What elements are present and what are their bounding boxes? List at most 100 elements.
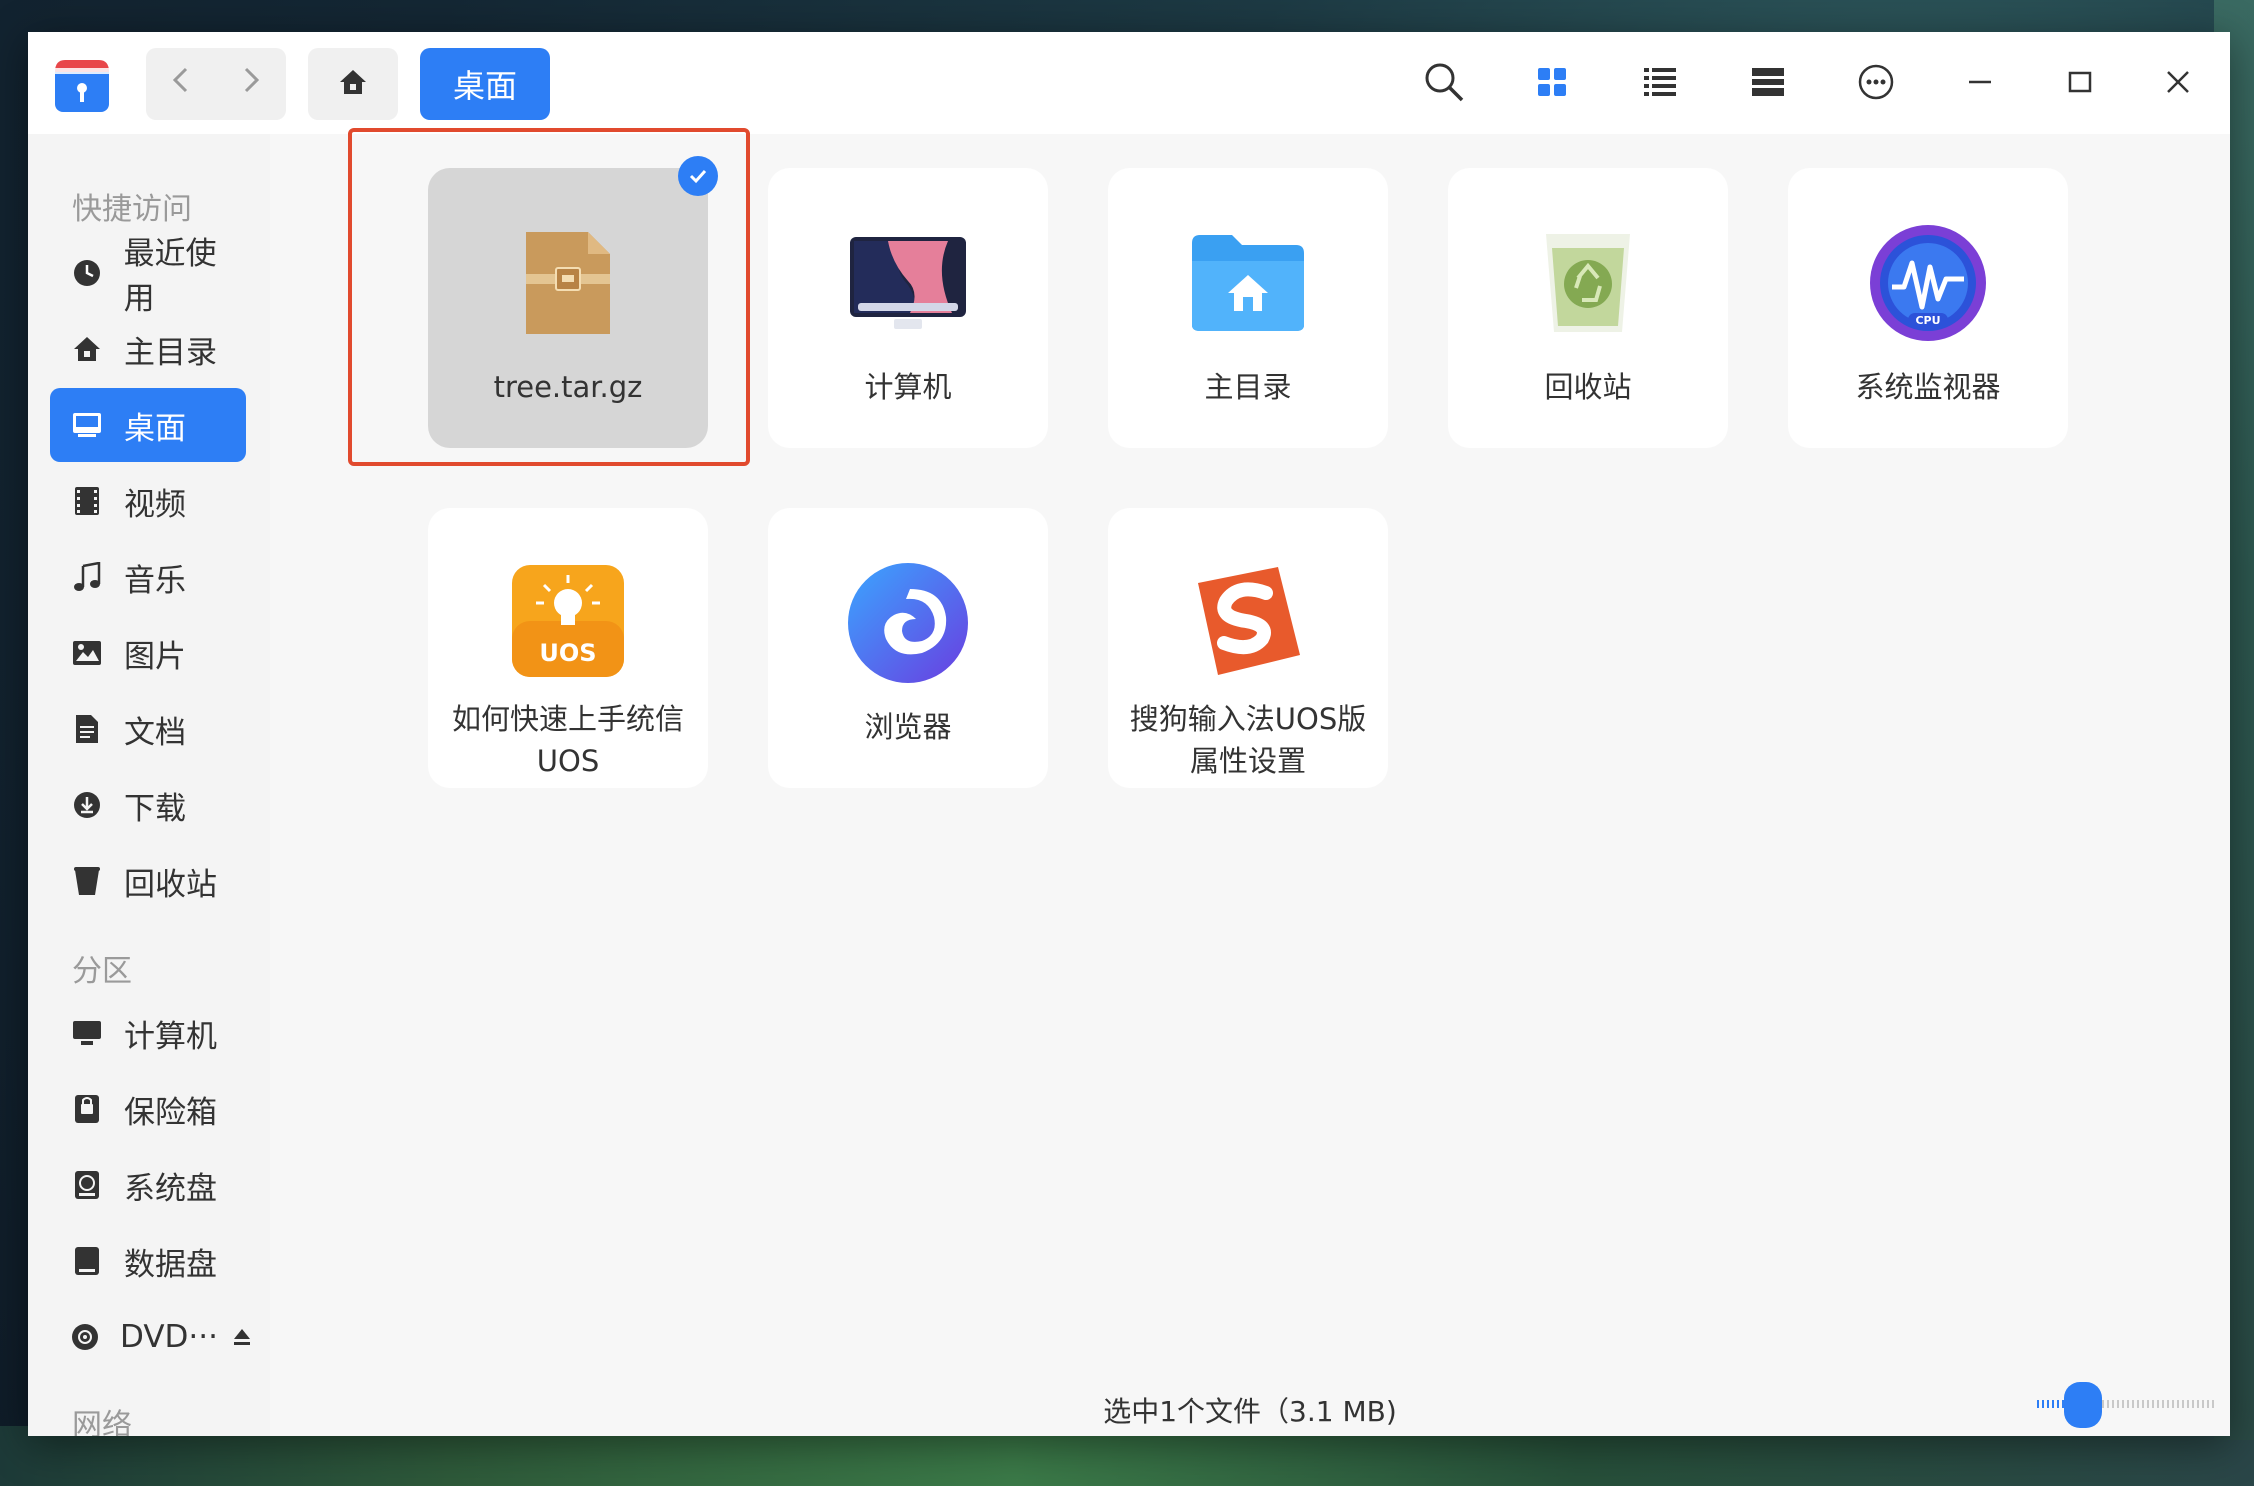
chevron-right-icon	[239, 64, 263, 104]
sidebar-item-label: 回收站	[124, 866, 217, 903]
tree-view-icon	[1752, 67, 1784, 101]
file-item[interactable]: 搜狗输入法UOS版属性设置	[1108, 508, 1388, 788]
file-view: tree.tar.gz 计算机 主目录 回收站 CPU 系统监视器 UOS 如何…	[270, 128, 2230, 1436]
sidebar-item-system-disk[interactable]: 系统盘	[50, 1148, 246, 1222]
svg-text:UOS: UOS	[539, 639, 596, 667]
sidebar-item-label: 图片	[124, 638, 186, 675]
recycle-bin-icon	[1523, 218, 1653, 348]
home-icon	[338, 67, 368, 101]
minimize-icon	[1967, 69, 1993, 99]
sidebar-header-network: 网络	[72, 1408, 132, 1436]
navigation-group	[146, 48, 286, 120]
data-disk-icon	[70, 1244, 104, 1278]
download-icon	[70, 788, 104, 822]
sidebar-item-label: 保险箱	[124, 1094, 217, 1131]
computer-app-icon	[843, 218, 973, 348]
system-monitor-icon: CPU	[1863, 218, 1993, 348]
file-name: tree.tar.gz	[493, 370, 643, 404]
sidebar-item-label: 文档	[124, 714, 186, 751]
sidebar-item-label: DVD···	[120, 1319, 218, 1355]
search-icon	[1423, 61, 1465, 107]
sidebar-item-downloads[interactable]: 下载	[50, 768, 246, 842]
file-item[interactable]: 浏览器	[768, 508, 1048, 788]
browser-icon	[843, 558, 973, 688]
maximize-icon	[2067, 69, 2093, 99]
zoom-slider-handle[interactable]	[2064, 1382, 2102, 1428]
list-view-button[interactable]	[1638, 62, 1682, 106]
sidebar-item-desktop[interactable]: 桌面	[50, 388, 246, 462]
sidebar-item-recent[interactable]: 最近使用	[50, 236, 246, 317]
dvd-icon	[70, 1320, 100, 1354]
sidebar-item-label: 计算机	[124, 1018, 217, 1055]
sidebar-item-music[interactable]: 音乐	[50, 540, 246, 614]
sidebar-item-home[interactable]: 主目录	[50, 312, 246, 386]
sidebar-item-documents[interactable]: 文档	[50, 692, 246, 766]
sidebar-item-label: 最近使用	[123, 236, 217, 317]
close-icon	[2165, 69, 2191, 99]
close-button[interactable]	[2156, 62, 2200, 106]
vault-icon	[70, 1092, 104, 1126]
file-item[interactable]: 计算机	[768, 168, 1048, 448]
uos-guide-icon: UOS	[503, 556, 633, 686]
maximize-button[interactable]	[2058, 62, 2102, 106]
grid-view-icon	[1536, 66, 1568, 102]
breadcrumb-current[interactable]: 桌面	[420, 48, 550, 120]
status-bar-text: 选中1个文件（3.1 MB)	[1103, 1395, 1397, 1428]
sidebar-item-label: 系统盘	[124, 1170, 217, 1207]
file-item[interactable]: 回收站	[1448, 168, 1728, 448]
chevron-left-icon	[169, 64, 193, 104]
checkmark-icon	[678, 156, 718, 196]
sidebar-item-data-disk[interactable]: 数据盘	[50, 1224, 246, 1298]
system-disk-icon	[70, 1168, 104, 1202]
desktop-icon	[70, 408, 104, 442]
svg-text:CPU: CPU	[1915, 314, 1940, 327]
forward-button[interactable]	[216, 48, 286, 120]
file-name: 计算机	[864, 370, 952, 404]
archive-icon	[503, 218, 633, 348]
file-name: 回收站	[1544, 370, 1632, 404]
file-item[interactable]: UOS 如何快速上手统信UOS	[428, 508, 708, 788]
sidebar-item-computer[interactable]: 计算机	[50, 996, 246, 1070]
file-item[interactable]: 主目录	[1108, 168, 1388, 448]
icon-view-button[interactable]	[1530, 62, 1574, 106]
file-name: 浏览器	[864, 710, 952, 744]
document-icon	[70, 712, 104, 746]
sidebar-item-vault[interactable]: 保险箱	[50, 1072, 246, 1146]
main-menu-button[interactable]	[1854, 62, 1898, 106]
sidebar-item-videos[interactable]: 视频	[50, 464, 246, 538]
sidebar-item-label: 桌面	[124, 410, 186, 447]
tree-view-button[interactable]	[1746, 62, 1790, 106]
search-button[interactable]	[1422, 62, 1466, 106]
back-button[interactable]	[146, 48, 216, 120]
sidebar-item-dvd[interactable]: DVD···	[50, 1300, 250, 1374]
clock-icon	[70, 256, 104, 290]
sidebar-header-quick-access: 快捷访问	[72, 192, 192, 227]
home-icon	[70, 332, 104, 366]
sidebar-header-partitions: 分区	[72, 954, 132, 989]
sidebar-item-pictures[interactable]: 图片	[50, 616, 246, 690]
computer-icon	[70, 1016, 104, 1050]
music-icon	[70, 560, 104, 594]
file-item[interactable]: tree.tar.gz	[428, 156, 718, 448]
file-manager-logo-icon	[51, 54, 113, 116]
file-name: 系统监视器	[1855, 370, 2001, 404]
file-item[interactable]: CPU 系统监视器	[1788, 168, 2068, 448]
titlebar: 桌面	[28, 32, 2230, 134]
minimize-button[interactable]	[1958, 62, 2002, 106]
image-icon	[70, 636, 104, 670]
more-icon	[1857, 63, 1895, 105]
home-button[interactable]	[308, 48, 398, 120]
file-manager-window: 桌面 快捷访问 最近使用 主目录 桌面 视频 音乐 图片 文档 下载 回收站 分…	[28, 32, 2230, 1436]
sidebar-item-label: 视频	[124, 486, 186, 523]
sidebar-item-trash[interactable]: 回收站	[50, 844, 246, 918]
sidebar-item-label: 下载	[124, 790, 186, 827]
trash-icon	[70, 864, 104, 898]
sidebar-item-label: 数据盘	[124, 1246, 217, 1283]
eject-icon[interactable]	[232, 1319, 252, 1355]
list-view-icon	[1644, 67, 1676, 101]
sidebar: 快捷访问 最近使用 主目录 桌面 视频 音乐 图片 文档 下载 回收站 分区 计…	[28, 134, 270, 1436]
file-name: 主目录	[1204, 370, 1292, 404]
sidebar-item-label: 音乐	[124, 562, 186, 599]
file-name: 搜狗输入法UOS版属性设置	[1129, 702, 1367, 778]
sogou-icon	[1183, 556, 1313, 686]
